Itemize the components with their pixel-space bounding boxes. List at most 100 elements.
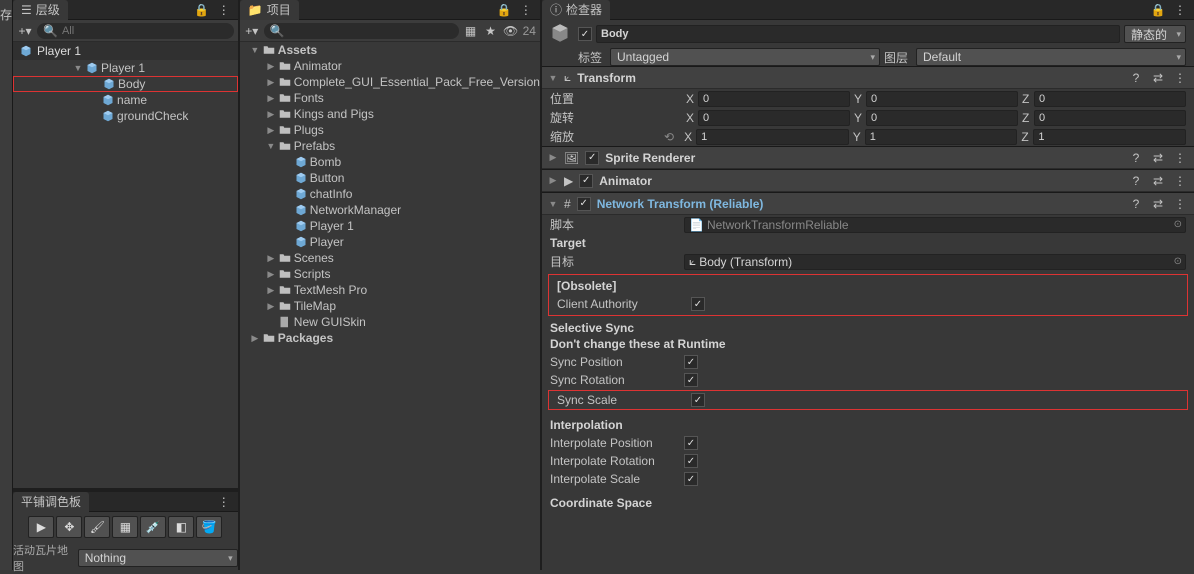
create-plus-icon[interactable]: +▾ xyxy=(244,23,260,39)
hierarchy-node[interactable]: ▼ Player 1 xyxy=(13,60,238,76)
create-plus-icon[interactable]: +▾ xyxy=(17,23,33,39)
menu-icon[interactable]: ⋮ xyxy=(1172,173,1188,189)
sync-scale-checkbox[interactable] xyxy=(691,393,705,407)
hierarchy-search[interactable]: 🔍 xyxy=(37,23,234,39)
expand-arrow-icon[interactable]: ▼ xyxy=(266,141,276,151)
project-node[interactable]: Player 1 xyxy=(240,218,540,234)
hierarchy-node[interactable]: groundCheck xyxy=(13,108,238,124)
interp-rot-checkbox[interactable] xyxy=(684,454,698,468)
pos-y-input[interactable] xyxy=(866,91,1018,107)
tool-brush[interactable]: 🖌 xyxy=(84,516,110,538)
menu-icon[interactable]: ⋮ xyxy=(518,2,534,18)
filter-icon[interactable]: ▦ xyxy=(463,23,479,39)
project-search-input[interactable] xyxy=(289,25,453,37)
preset-icon[interactable]: ⇄ xyxy=(1150,196,1166,212)
sprite-enabled-checkbox[interactable] xyxy=(585,151,599,165)
expand-arrow-icon[interactable]: ▶ xyxy=(266,93,276,104)
preset-icon[interactable]: ⇄ xyxy=(1150,173,1166,189)
link-icon[interactable]: ⟲ xyxy=(664,130,674,144)
static-dropdown[interactable]: 静态的 xyxy=(1124,25,1186,43)
scale-x-input[interactable] xyxy=(696,129,849,145)
hierarchy-scene-header[interactable]: Player 1 xyxy=(13,42,238,60)
help-icon[interactable]: ? xyxy=(1128,70,1144,86)
help-icon[interactable]: ? xyxy=(1128,150,1144,166)
menu-icon[interactable]: ⋮ xyxy=(1172,150,1188,166)
project-node[interactable]: ▶ Scripts xyxy=(240,266,540,282)
animator-header[interactable]: ▶ ▶ Animator ? ⇄ ⋮ xyxy=(542,170,1194,192)
expand-arrow-icon[interactable]: ▼ xyxy=(250,45,260,55)
project-node[interactable]: ▶ Animator xyxy=(240,58,540,74)
project-node[interactable]: ▶ Packages xyxy=(240,330,540,346)
tool-select[interactable]: ▶ xyxy=(28,516,54,538)
project-node[interactable]: chatInfo xyxy=(240,186,540,202)
menu-icon[interactable]: ⋮ xyxy=(216,494,232,510)
project-node[interactable]: ▶ TextMesh Pro xyxy=(240,282,540,298)
help-icon[interactable]: ? xyxy=(1128,196,1144,212)
expand-arrow-icon[interactable]: ▼ xyxy=(73,63,83,73)
palette-tab[interactable]: 平铺调色板 xyxy=(13,492,89,512)
expand-arrow-icon[interactable]: ▶ xyxy=(266,109,276,120)
expand-arrow-icon[interactable]: ▶ xyxy=(266,253,276,264)
rot-y-input[interactable] xyxy=(866,110,1018,126)
project-node[interactable]: ▼ Prefabs xyxy=(240,138,540,154)
script-field[interactable]: 📄 NetworkTransformReliable xyxy=(684,217,1186,233)
interp-scale-checkbox[interactable] xyxy=(684,472,698,486)
menu-icon[interactable]: ⋮ xyxy=(216,2,232,18)
project-node[interactable]: ▶ Scenes xyxy=(240,250,540,266)
project-node[interactable]: ▶ TileMap xyxy=(240,298,540,314)
animator-enabled-checkbox[interactable] xyxy=(579,174,593,188)
sprite-renderer-header[interactable]: ▶ 🖼 Sprite Renderer ? ⇄ ⋮ xyxy=(542,147,1194,169)
hidden-icon[interactable]: 👁 xyxy=(503,23,519,39)
preset-icon[interactable]: ⇄ xyxy=(1150,150,1166,166)
interp-pos-checkbox[interactable] xyxy=(684,436,698,450)
expand-arrow-icon[interactable]: ▶ xyxy=(266,125,276,136)
target-field[interactable]: ⟀ Body (Transform) xyxy=(684,254,1186,270)
expand-arrow-icon[interactable]: ▶ xyxy=(266,77,276,88)
sync-rot-checkbox[interactable] xyxy=(684,373,698,387)
gameobject-name-input[interactable] xyxy=(596,25,1120,43)
help-icon[interactable]: ? xyxy=(1128,173,1144,189)
project-node[interactable]: ▶ Plugs xyxy=(240,122,540,138)
project-node[interactable]: Bomb xyxy=(240,154,540,170)
client-auth-checkbox[interactable] xyxy=(691,297,705,311)
project-node[interactable]: ▶ Kings and Pigs xyxy=(240,106,540,122)
project-search[interactable]: 🔍 xyxy=(264,23,459,39)
tag-dropdown[interactable]: Untagged xyxy=(610,48,880,66)
rot-x-input[interactable] xyxy=(698,110,850,126)
network-enabled-checkbox[interactable] xyxy=(577,197,591,211)
scale-y-input[interactable] xyxy=(865,129,1018,145)
preset-icon[interactable]: ⇄ xyxy=(1150,70,1166,86)
scale-z-input[interactable] xyxy=(1033,129,1186,145)
network-transform-header[interactable]: ▼ # Network Transform (Reliable) ? ⇄ ⋮ xyxy=(542,193,1194,215)
tool-erase[interactable]: ◧ xyxy=(168,516,194,538)
expand-arrow-icon[interactable]: ▶ xyxy=(266,61,276,72)
project-node[interactable]: Player xyxy=(240,234,540,250)
gameobject-enabled-checkbox[interactable] xyxy=(578,27,592,41)
menu-icon[interactable]: ⋮ xyxy=(1172,70,1188,86)
hierarchy-tab[interactable]: ☰ 层级 xyxy=(13,0,68,20)
menu-icon[interactable]: ⋮ xyxy=(1172,2,1188,18)
expand-arrow-icon[interactable]: ▶ xyxy=(266,269,276,280)
tool-picker[interactable]: 💉 xyxy=(140,516,166,538)
expand-arrow-icon[interactable]: ▶ xyxy=(250,333,260,344)
pos-x-input[interactable] xyxy=(698,91,850,107)
tool-fill[interactable]: 🪣 xyxy=(196,516,222,538)
project-node[interactable]: ▶ Fonts xyxy=(240,90,540,106)
layer-dropdown[interactable]: Default xyxy=(916,48,1186,66)
favorite-icon[interactable]: ★ xyxy=(483,23,499,39)
hierarchy-node[interactable]: Body xyxy=(13,76,238,92)
hierarchy-search-input[interactable] xyxy=(62,25,228,37)
inspector-tab[interactable]: ⓘ 检查器 xyxy=(542,0,610,20)
pos-z-input[interactable] xyxy=(1034,91,1186,107)
palette-tilemap-dropdown[interactable]: Nothing xyxy=(78,549,238,567)
tool-move[interactable]: ✥ xyxy=(56,516,82,538)
transform-header[interactable]: ▼ ⟀ Transform ? ⇄ ⋮ xyxy=(542,67,1194,89)
project-node[interactable]: NetworkManager xyxy=(240,202,540,218)
sync-pos-checkbox[interactable] xyxy=(684,355,698,369)
hierarchy-node[interactable]: name xyxy=(13,92,238,108)
project-node[interactable]: New GUISkin xyxy=(240,314,540,330)
project-node[interactable]: ▶ Complete_GUI_Essential_Pack_Free_Versi… xyxy=(240,74,540,90)
project-tab[interactable]: 📁 项目 xyxy=(240,0,299,20)
expand-arrow-icon[interactable]: ▶ xyxy=(266,301,276,312)
tool-box[interactable]: ▦ xyxy=(112,516,138,538)
